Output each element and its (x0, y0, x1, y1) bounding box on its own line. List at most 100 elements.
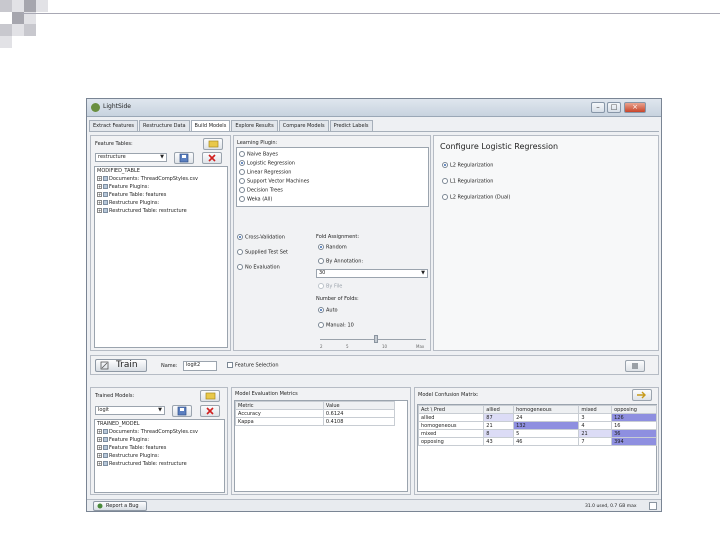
column-header[interactable]: opposing (611, 405, 657, 414)
tree-item[interactable]: + Restructured Table: restructure (97, 208, 187, 214)
matrix-cell[interactable]: 126 (611, 413, 657, 422)
tree-item[interactable]: + Feature Plugins: (97, 184, 149, 190)
plugin-option-logistic-regression[interactable]: Logistic Regression (239, 160, 295, 167)
matrix-cell[interactable]: 24 (513, 413, 580, 422)
plugin-option-weka[interactable]: Weka (All) (239, 196, 272, 203)
load-model-button[interactable] (200, 390, 220, 402)
matrix-cell[interactable]: 4 (578, 421, 613, 430)
matrix-cell[interactable]: 46 (513, 437, 580, 446)
close-button[interactable]: × (624, 102, 646, 113)
learning-plugin-panel: Learning Plugin: Naive Bayes Logistic Re… (233, 135, 431, 351)
column-header[interactable]: allied (483, 405, 515, 414)
annotation-select[interactable]: 30 ▼ (316, 269, 428, 278)
export-matrix-button[interactable] (632, 389, 652, 401)
table-row[interactable]: allied 87 24 3 126 (417, 413, 657, 422)
tree-item[interactable]: + Restructured Table: restructure (97, 461, 187, 467)
model-name-input[interactable]: logit2 (183, 361, 217, 371)
deco-square (24, 0, 36, 12)
save-icon (179, 153, 189, 163)
tree-item[interactable]: + Restructure Plugins: (97, 200, 159, 206)
tree-item-label: Feature Table: features (109, 192, 167, 198)
feature-selection-checkbox[interactable]: Feature Selection (227, 362, 279, 369)
save-model-button[interactable] (172, 405, 192, 417)
table-row[interactable]: opposing 43 46 7 394 (417, 437, 657, 446)
fold-by-file[interactable]: By File (318, 283, 342, 290)
matrix-cell[interactable]: 3 (578, 413, 613, 422)
tab-predict-labels[interactable]: Predict Labels (329, 120, 373, 131)
save-table-button[interactable] (174, 152, 194, 164)
plugin-option-svm[interactable]: Support Vector Machines (239, 178, 309, 185)
plugin-option-linear-regression[interactable]: Linear Regression (239, 169, 291, 176)
eval-no-evaluation[interactable]: No Evaluation (237, 264, 280, 271)
tree-item[interactable]: + Feature Table: features (97, 445, 166, 451)
maximize-button[interactable]: □ (607, 102, 621, 113)
column-header[interactable]: mixed (578, 405, 613, 414)
fold-by-annotation[interactable]: By Annotation: (318, 258, 363, 265)
matrix-cell[interactable]: 8 (483, 429, 515, 438)
plugin-option-decision-trees[interactable]: Decision Trees (239, 187, 283, 194)
report-bug-button[interactable]: Report a Bug (93, 501, 147, 511)
table-row[interactable]: Kappa 0.4108 (235, 417, 396, 426)
radio-icon (237, 264, 243, 270)
feature-table-select[interactable]: restructure ▼ (95, 153, 167, 162)
radio-selected-icon (318, 307, 324, 313)
matrix-cell[interactable]: 7 (578, 437, 613, 446)
load-table-button[interactable] (203, 138, 223, 150)
matrix-cell[interactable]: 16 (611, 421, 657, 430)
delete-table-button[interactable] (202, 152, 222, 164)
tree-item[interactable]: + Feature Table: features (97, 192, 166, 198)
fold-assignment-label: Fold Assignment: (316, 234, 360, 240)
tab-build-models[interactable]: Build Models (190, 120, 231, 131)
trained-model-select[interactable]: logit ▼ (95, 406, 165, 415)
fold-random[interactable]: Random (318, 244, 347, 251)
bug-icon (97, 503, 103, 509)
trained-model-value: logit (98, 407, 109, 413)
eval-cross-validation[interactable]: Cross-Validation (237, 234, 285, 241)
table-row[interactable]: homogeneous 21 132 4 16 (417, 421, 657, 430)
folds-slider-handle[interactable] (374, 335, 378, 343)
delete-model-button[interactable] (200, 405, 220, 417)
gc-button[interactable] (649, 502, 657, 510)
matrix-cell[interactable]: 132 (513, 421, 580, 430)
matrix-cell[interactable]: 21 (578, 429, 613, 438)
feature-tables-panel: Feature Tables: restructure ▼ MODIFIED_T… (90, 135, 231, 351)
folds-slider-track[interactable] (320, 339, 426, 340)
train-button[interactable]: Train (95, 359, 147, 372)
option-label: By File (326, 283, 343, 290)
tree-item-label: Restructure Plugins: (109, 453, 160, 459)
option-label: L2 Regularization (450, 162, 494, 169)
matrix-cell[interactable]: 394 (611, 437, 657, 446)
minimize-button[interactable]: – (591, 102, 605, 113)
matrix-cell[interactable]: 87 (483, 413, 515, 422)
plugin-option-naive-bayes[interactable]: Naive Bayes (239, 151, 278, 158)
expand-icon: + (97, 453, 102, 458)
tab-compare-models[interactable]: Compare Models (278, 120, 329, 131)
table-row[interactable]: Accuracy 0.6124 (235, 409, 396, 418)
tree-item-label: Documents: ThreadCompStyles.csv (109, 176, 198, 182)
config-l2-dual[interactable]: L2 Regularization (Dual) (442, 194, 510, 201)
matrix-cell[interactable]: 21 (483, 421, 515, 430)
column-header[interactable]: homogeneous (513, 405, 580, 414)
tree-item[interactable]: + Feature Plugins: (97, 437, 149, 443)
stop-button[interactable] (625, 360, 645, 372)
config-l2-regularization[interactable]: L2 Regularization (442, 162, 493, 169)
column-header[interactable]: Act \ Pred (417, 405, 485, 414)
feature-table-tree[interactable]: MODIFIED_TABLE + Documents: ThreadCompSty… (94, 166, 228, 348)
trained-model-tree[interactable]: TRAINED_MODEL + Documents: ThreadCompStyl… (94, 419, 225, 493)
folds-auto[interactable]: Auto (318, 307, 338, 314)
matrix-cell[interactable]: 5 (513, 429, 580, 438)
eval-supplied-test-set[interactable]: Supplied Test Set (237, 249, 288, 256)
column-header[interactable]: Metric (235, 401, 324, 410)
tab-explore-results[interactable]: Explore Results (231, 120, 278, 131)
config-l1-regularization[interactable]: L1 Regularization (442, 178, 493, 185)
folds-manual[interactable]: Manual: 10 (318, 322, 354, 329)
tab-extract-features[interactable]: Extract Features (89, 120, 138, 131)
matrix-cell[interactable]: 36 (611, 429, 657, 438)
column-header[interactable]: Value (322, 401, 396, 410)
tree-item[interactable]: + Documents: ThreadCompStyles.csv (97, 429, 198, 435)
matrix-cell[interactable]: 43 (483, 437, 515, 446)
tree-item[interactable]: + Restructure Plugins: (97, 453, 159, 459)
table-row[interactable]: mixed 8 5 21 36 (417, 429, 657, 438)
tab-restructure-data[interactable]: Restructure Data (139, 120, 190, 131)
tree-item[interactable]: + Documents: ThreadCompStyles.csv (97, 176, 198, 182)
